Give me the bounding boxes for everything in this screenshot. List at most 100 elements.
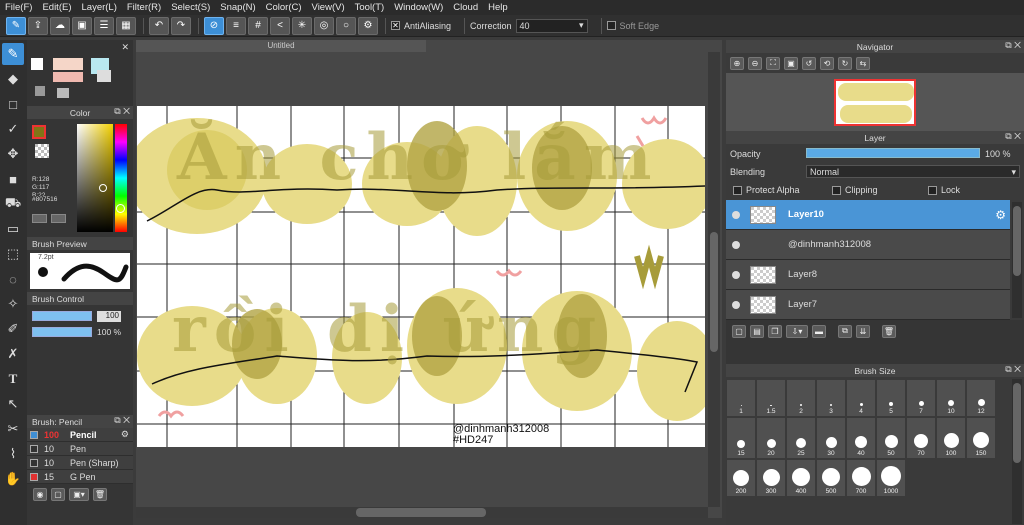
pen-mode-icon[interactable]: ✎	[6, 16, 26, 35]
hue-cursor[interactable]	[116, 204, 125, 213]
brush-size-slider[interactable]	[32, 311, 92, 321]
layer-row[interactable]: @dinhmanh312008	[726, 230, 1010, 260]
import-layer-icon[interactable]: ⇩▾	[786, 324, 808, 338]
brush-size-preset[interactable]: 500	[816, 459, 846, 497]
lock-checkbox[interactable]	[928, 185, 937, 195]
actual-size-icon[interactable]: ▣	[784, 56, 798, 70]
merge-down-icon[interactable]: ⇊	[856, 324, 870, 338]
brush-size-preset[interactable]: 15	[726, 417, 756, 459]
brush-size-preset[interactable]: 2	[786, 379, 816, 417]
protect-alpha-option[interactable]: Protect Alpha	[733, 185, 800, 195]
menu-edit[interactable]: Edit(E)	[37, 2, 76, 13]
new-halftone-layer-icon[interactable]: ▤	[750, 324, 764, 338]
brush-size-preset[interactable]: 50	[876, 417, 906, 459]
swatch[interactable]	[53, 72, 83, 82]
antialiasing-checkbox[interactable]: ✕	[391, 21, 400, 30]
color-button[interactable]	[51, 214, 66, 223]
divide-tool-icon[interactable]: ✂	[2, 418, 24, 440]
horizontal-scrollbar[interactable]	[136, 507, 708, 518]
brush-tool-icon[interactable]: ✎	[2, 43, 24, 65]
brush-item[interactable]: 10 Pen	[27, 442, 133, 456]
fit-icon[interactable]: ⛶	[766, 56, 780, 70]
brush-size-preset[interactable]: 1	[726, 379, 756, 417]
close-icon[interactable]: ✕	[121, 42, 129, 53]
snap-radial-icon[interactable]: ✳	[292, 16, 312, 35]
gear-icon[interactable]: ⚙	[121, 429, 129, 440]
eraser-tool-icon[interactable]: ◆	[2, 68, 24, 90]
brush-size-preset[interactable]: 1000	[876, 459, 906, 497]
panel-controls-icon[interactable]: ⧉ ✕	[1005, 131, 1021, 142]
delete-layer-icon[interactable]: 🗑	[882, 324, 896, 338]
brush-size-preset[interactable]: 70	[906, 417, 936, 459]
layer-row[interactable]: Layer10 ⚙	[726, 200, 1010, 230]
layer-scroll-thumb[interactable]	[1013, 206, 1021, 276]
soft-edge-checkbox[interactable]	[606, 21, 616, 30]
opacity-slider[interactable]	[806, 148, 980, 158]
select-rect-icon[interactable]: ⬚	[2, 243, 24, 265]
move-tool-icon[interactable]: ✥	[2, 143, 24, 165]
flip-icon[interactable]: ⇆	[856, 56, 870, 70]
visibility-icon[interactable]	[732, 210, 740, 219]
reset-rotation-icon[interactable]: ⟲	[820, 56, 834, 70]
brush-size-preset[interactable]: 400	[786, 459, 816, 497]
brush-folder-icon[interactable]: ◉	[33, 488, 47, 501]
brush-size-preset[interactable]: 3	[816, 379, 846, 417]
brush-item[interactable]: 100 Pencil ⚙	[27, 428, 133, 442]
copy-layer-icon[interactable]: ⧉	[838, 324, 852, 338]
menu-file[interactable]: File(F)	[0, 2, 37, 13]
lasso-tool-icon[interactable]: ◌	[2, 268, 24, 290]
blending-select[interactable]: Normal ▾	[806, 165, 1020, 178]
panel-controls-icon[interactable]: ⧉ ✕	[114, 415, 130, 426]
swatch[interactable]	[53, 58, 83, 70]
select-pen-icon[interactable]: ✐	[2, 318, 24, 340]
snap-curve-icon[interactable]: ○	[336, 16, 356, 35]
transparent-swatch[interactable]	[35, 144, 49, 158]
eyedropper-icon[interactable]: ⌇	[2, 443, 24, 465]
menu-help[interactable]: Help	[483, 2, 513, 13]
brush-size-preset[interactable]: 300	[756, 459, 786, 497]
brush-size-preset[interactable]: 5	[876, 379, 906, 417]
panel-controls-icon[interactable]: ⧉ ✕	[114, 106, 130, 117]
list-icon[interactable]: ☰	[94, 16, 114, 35]
saturation-value-picker[interactable]	[77, 124, 113, 232]
clipping-option[interactable]: Clipping	[832, 185, 878, 195]
snap-off-icon[interactable]: ⊘	[204, 16, 224, 35]
panel-controls-icon[interactable]: ⧉ ✕	[1005, 40, 1021, 51]
new-layer-icon[interactable]: ▢	[732, 324, 746, 338]
clipping-checkbox[interactable]	[832, 185, 841, 195]
canvas-document[interactable]: Ăn chơ lắm rồi dị ứng @dinhmanh312008 #H…	[137, 106, 705, 447]
zoom-in-icon[interactable]: ⊕	[730, 56, 744, 70]
brush-size-input[interactable]: 100	[97, 311, 121, 322]
menu-select[interactable]: Select(S)	[166, 2, 215, 13]
picker-cursor[interactable]	[99, 184, 107, 192]
swatch[interactable]	[97, 70, 111, 82]
brush-opacity-slider[interactable]	[32, 327, 92, 337]
brush-item[interactable]: 10 Pen (Sharp)	[27, 456, 133, 470]
brush-size-preset[interactable]: 700	[846, 459, 876, 497]
brush-size-preset[interactable]: 30	[816, 417, 846, 459]
menu-view[interactable]: View(V)	[307, 2, 350, 13]
menu-snap[interactable]: Snap(N)	[215, 2, 260, 13]
delete-brush-icon[interactable]: 🗑	[93, 488, 107, 501]
swatch[interactable]	[57, 88, 69, 98]
horizontal-scroll-thumb[interactable]	[356, 508, 486, 517]
bucket-tool-icon[interactable]: ⛟	[2, 193, 24, 215]
brush-size-preset[interactable]: 4	[846, 379, 876, 417]
brush-size-preset[interactable]: 100	[936, 417, 966, 459]
snap-crisscross-icon[interactable]: #	[248, 16, 268, 35]
selection-pen-icon[interactable]: ✓	[2, 118, 24, 140]
snap-settings-icon[interactable]: ⚙	[358, 16, 378, 35]
save-icon[interactable]: ▣	[72, 16, 92, 35]
navigator-preview[interactable]	[726, 73, 1024, 131]
dot-tool-icon[interactable]: □	[2, 93, 24, 115]
rotate-left-icon[interactable]: ↺	[802, 56, 816, 70]
brush-size-preset[interactable]: 200	[726, 459, 756, 497]
brush-size-preset[interactable]: 25	[786, 417, 816, 459]
protect-alpha-checkbox[interactable]	[733, 185, 742, 195]
gear-icon[interactable]: ⚙	[995, 208, 1006, 222]
brush-size-preset[interactable]: 150	[966, 417, 996, 459]
hand-tool-icon[interactable]: ✋	[2, 468, 24, 490]
layer-row[interactable]: Layer7	[726, 290, 1010, 320]
gradient-tool-icon[interactable]: ▭	[2, 218, 24, 240]
layer-scrollbar[interactable]	[1012, 202, 1022, 318]
